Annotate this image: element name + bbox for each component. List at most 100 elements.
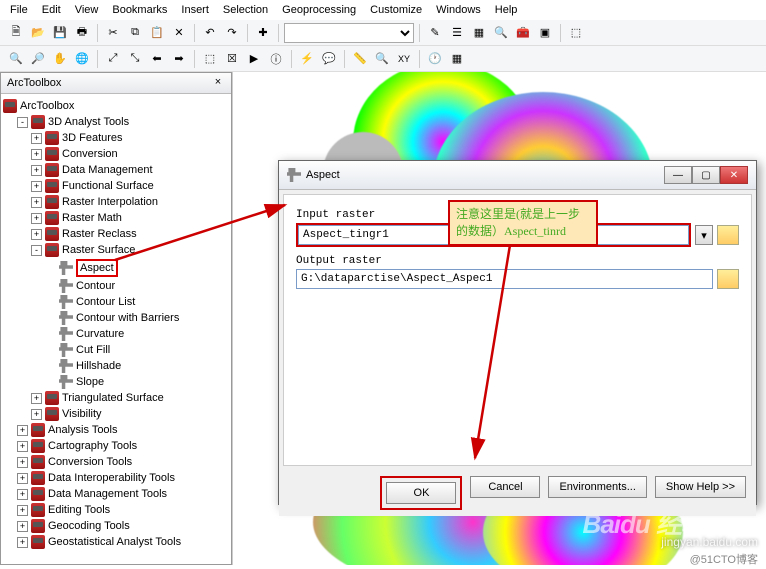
tree-node[interactable]: Hillshade bbox=[3, 358, 229, 374]
expand-toggle[interactable]: + bbox=[31, 197, 42, 208]
menu-selection[interactable]: Selection bbox=[223, 4, 268, 16]
expand-toggle[interactable]: + bbox=[31, 133, 42, 144]
tree-node[interactable]: +Functional Surface bbox=[3, 178, 229, 194]
expand-toggle[interactable]: + bbox=[17, 489, 28, 500]
menu-windows[interactable]: Windows bbox=[436, 4, 481, 16]
menu-edit[interactable]: Edit bbox=[42, 4, 61, 16]
menu-file[interactable]: File bbox=[10, 4, 28, 16]
search-icon[interactable]: 🔍 bbox=[491, 23, 511, 43]
zoom-in-icon[interactable]: 🔍 bbox=[6, 49, 26, 69]
html-popup-icon[interactable]: 💬 bbox=[319, 49, 339, 69]
copy-icon[interactable]: ⧉ bbox=[125, 23, 145, 43]
tree-node[interactable]: Cut Fill bbox=[3, 342, 229, 358]
hyperlink-icon[interactable]: ⚡ bbox=[297, 49, 317, 69]
redo-icon[interactable]: ↷ bbox=[222, 23, 242, 43]
tree-node[interactable]: Curvature bbox=[3, 326, 229, 342]
viewer-icon[interactable]: ▦ bbox=[447, 49, 467, 69]
identify-icon[interactable]: ⓘ bbox=[266, 49, 286, 69]
expand-toggle[interactable]: + bbox=[31, 229, 42, 240]
expand-toggle[interactable]: + bbox=[17, 473, 28, 484]
expand-toggle[interactable]: + bbox=[31, 165, 42, 176]
expand-toggle[interactable]: + bbox=[17, 425, 28, 436]
tree-node[interactable]: +Data Management bbox=[3, 162, 229, 178]
select-icon[interactable]: ⬚ bbox=[200, 49, 220, 69]
python-icon[interactable]: ▣ bbox=[535, 23, 555, 43]
tree-node[interactable]: Contour bbox=[3, 278, 229, 294]
output-browse-button[interactable] bbox=[717, 269, 739, 289]
expand-toggle[interactable]: + bbox=[31, 393, 42, 404]
tree-node[interactable]: +Data Management Tools bbox=[3, 486, 229, 502]
expand-toggle[interactable]: + bbox=[17, 457, 28, 468]
tree-root[interactable]: ArcToolbox bbox=[3, 98, 229, 114]
ok-button[interactable]: OK bbox=[386, 482, 456, 504]
scale-combo[interactable] bbox=[284, 23, 414, 43]
menu-help[interactable]: Help bbox=[495, 4, 518, 16]
time-slider-icon[interactable]: 🕐 bbox=[425, 49, 445, 69]
tree-node[interactable]: Aspect bbox=[3, 258, 229, 278]
paste-icon[interactable]: 📋 bbox=[147, 23, 167, 43]
fixed-zoom-out-icon[interactable]: ⤡ bbox=[125, 49, 145, 69]
add-data-icon[interactable]: ✚ bbox=[253, 23, 273, 43]
tree-node[interactable]: +3D Features bbox=[3, 130, 229, 146]
expand-toggle[interactable]: + bbox=[17, 537, 28, 548]
editor-icon[interactable]: ✎ bbox=[425, 23, 445, 43]
menu-insert[interactable]: Insert bbox=[181, 4, 209, 16]
tree-node[interactable]: +Conversion bbox=[3, 146, 229, 162]
tree-node[interactable]: +Raster Reclass bbox=[3, 226, 229, 242]
print-icon[interactable]: 🖶 bbox=[72, 23, 92, 43]
tree-node[interactable]: -3D Analyst Tools bbox=[3, 114, 229, 130]
minimize-button[interactable]: — bbox=[664, 166, 692, 184]
measure-icon[interactable]: 📏 bbox=[350, 49, 370, 69]
expand-toggle[interactable]: + bbox=[31, 181, 42, 192]
menu-customize[interactable]: Customize bbox=[370, 4, 422, 16]
tree-node[interactable]: +Conversion Tools bbox=[3, 454, 229, 470]
tree-node[interactable]: Slope bbox=[3, 374, 229, 390]
output-raster-field[interactable] bbox=[296, 269, 713, 289]
tree-node[interactable]: -Raster Surface bbox=[3, 242, 229, 258]
menu-geoprocessing[interactable]: Geoprocessing bbox=[282, 4, 356, 16]
cut-icon[interactable]: ✂ bbox=[103, 23, 123, 43]
expand-toggle[interactable]: + bbox=[17, 505, 28, 516]
expand-toggle[interactable]: + bbox=[31, 409, 42, 420]
tree-node[interactable]: +Visibility bbox=[3, 406, 229, 422]
new-doc-icon[interactable]: 🗎 bbox=[6, 23, 26, 43]
tree-node[interactable]: +Triangulated Surface bbox=[3, 390, 229, 406]
find-icon[interactable]: 🔍 bbox=[372, 49, 392, 69]
pan-icon[interactable]: ✋ bbox=[50, 49, 70, 69]
close-button[interactable]: ✕ bbox=[720, 166, 748, 184]
input-browse-button[interactable] bbox=[717, 225, 739, 245]
tree-node[interactable]: Contour List bbox=[3, 294, 229, 310]
tree-node[interactable]: Contour with Barriers bbox=[3, 310, 229, 326]
model-icon[interactable]: ⬚ bbox=[566, 23, 586, 43]
show-help-button[interactable]: Show Help >> bbox=[655, 476, 746, 498]
pointer-icon[interactable]: ▶ bbox=[244, 49, 264, 69]
delete-icon[interactable]: ✕ bbox=[169, 23, 189, 43]
xy-icon[interactable]: XY bbox=[394, 49, 414, 69]
toc-icon[interactable]: ☰ bbox=[447, 23, 467, 43]
tree-node[interactable]: +Raster Interpolation bbox=[3, 194, 229, 210]
dialog-titlebar[interactable]: Aspect — ▢ ✕ bbox=[279, 161, 756, 190]
undo-icon[interactable]: ↶ bbox=[200, 23, 220, 43]
save-icon[interactable]: 💾 bbox=[50, 23, 70, 43]
toolbox-icon[interactable]: 🧰 bbox=[513, 23, 533, 43]
tree-node[interactable]: +Geocoding Tools bbox=[3, 518, 229, 534]
tree-node[interactable]: +Geostatistical Analyst Tools bbox=[3, 534, 229, 550]
clear-selection-icon[interactable]: ☒ bbox=[222, 49, 242, 69]
tree-node[interactable]: +Analysis Tools bbox=[3, 422, 229, 438]
maximize-button[interactable]: ▢ bbox=[692, 166, 720, 184]
zoom-out-icon[interactable]: 🔎 bbox=[28, 49, 48, 69]
full-extent-icon[interactable]: 🌐 bbox=[72, 49, 92, 69]
expand-toggle[interactable]: - bbox=[31, 245, 42, 256]
expand-toggle[interactable]: - bbox=[17, 117, 28, 128]
tree-node[interactable]: +Cartography Tools bbox=[3, 438, 229, 454]
expand-toggle[interactable]: + bbox=[31, 149, 42, 160]
expand-toggle[interactable]: + bbox=[17, 441, 28, 452]
menu-view[interactable]: View bbox=[75, 4, 99, 16]
tree-node[interactable]: +Data Interoperability Tools bbox=[3, 470, 229, 486]
forward-icon[interactable]: ➡ bbox=[169, 49, 189, 69]
expand-toggle[interactable]: + bbox=[17, 521, 28, 532]
back-icon[interactable]: ⬅ bbox=[147, 49, 167, 69]
tree-node[interactable]: +Editing Tools bbox=[3, 502, 229, 518]
environments-button[interactable]: Environments... bbox=[548, 476, 646, 498]
catalog-icon[interactable]: ▦ bbox=[469, 23, 489, 43]
